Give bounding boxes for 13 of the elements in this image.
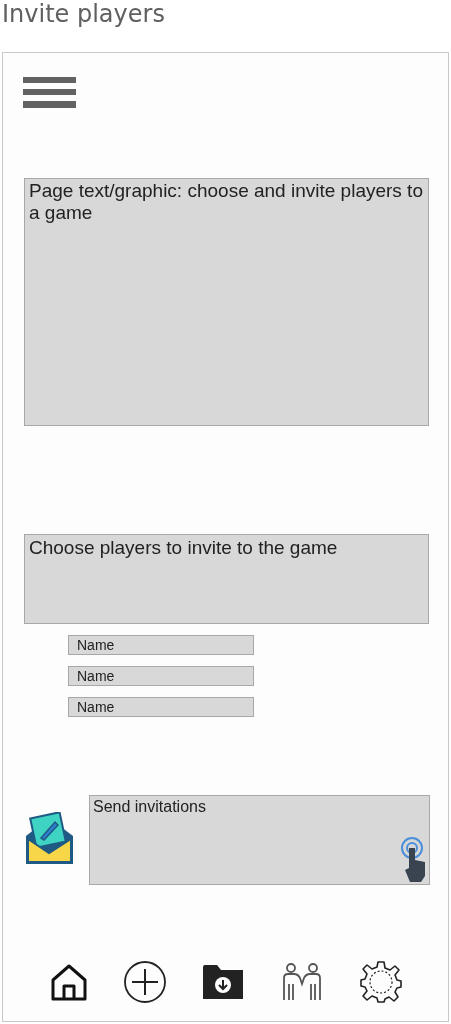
- page-title: Invite players: [1, 0, 166, 28]
- text-panel: Page text/graphic: choose and invite players to a game: [24, 178, 429, 426]
- folder-download-icon[interactable]: [200, 963, 245, 1001]
- name-field[interactable]: Name: [68, 635, 254, 655]
- name-field[interactable]: Name: [68, 666, 254, 686]
- tap-icon: [401, 836, 427, 882]
- menu-icon[interactable]: [23, 77, 76, 108]
- send-button[interactable]: Send invitations: [89, 795, 430, 885]
- name-field[interactable]: Name: [68, 697, 254, 717]
- text-panel: Choose players to invite to the game: [24, 534, 429, 624]
- add-icon[interactable]: [122, 960, 167, 1004]
- settings-icon[interactable]: [358, 960, 403, 1004]
- envelope-icon: [23, 812, 76, 867]
